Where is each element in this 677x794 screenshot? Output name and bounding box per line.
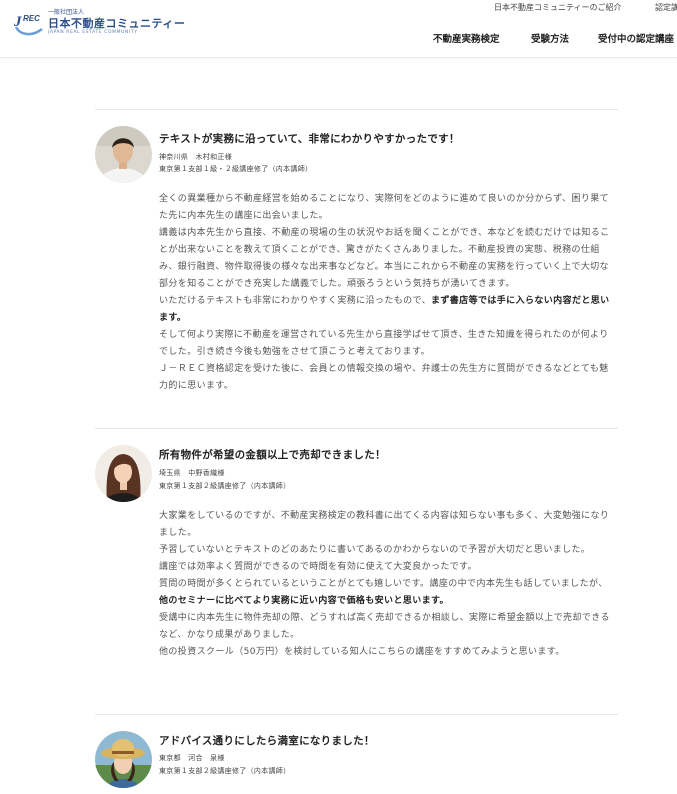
util-link-certified[interactable]: 認定講	[655, 2, 677, 14]
testimonial-title: アドバイス通りにしたら満室になりました！	[159, 735, 375, 747]
testimonial-paragraph: 質問の時間が多くとられているということがとても嬉しいです。講座の中で内本先生も話…	[159, 579, 608, 606]
testimonial-paragraph: 予習していないとテキストのどのあたりに書いてあるのかわからないので予習が大切だと…	[159, 545, 591, 555]
testimonial-paragraph: 講座では効率よく質問ができるので時間を有効に使えて大変良かったです。	[159, 562, 478, 572]
testimonial-course: 東京第１支部２級講座修了（内本講師）	[159, 482, 291, 490]
testimonial-author: 東京都 河合 泉様	[159, 754, 225, 762]
avatar	[95, 445, 152, 502]
testimonial-paragraph: 受講中に内本先生に物件売却の際、どうすれば高く売却できるか相談し、実際に希望金額…	[159, 613, 610, 640]
nav-practical-exam[interactable]: 不動産実務検定	[433, 31, 500, 45]
testimonial-course: 東京第１支部１級・２級講座修了（内本講師）	[159, 165, 313, 173]
nav-open-courses[interactable]: 受付中の認定講座	[598, 31, 674, 45]
testimonial-paragraph: 大家業をしているのですが、不動産実務検定の教科書に出てくる内容は知らない事も多く…	[159, 511, 610, 538]
testimonial-paragraph: Ｊ－ＲＥＣ資格認定を受けた後に、会員との情報交換の場や、弁護士の先生方に質問がで…	[159, 364, 609, 391]
logo-english: JAPAN REAL ESTATE COMMUNITY	[48, 30, 138, 35]
avatar	[95, 126, 152, 183]
logo-name: 日本不動産コミュニティー	[48, 17, 186, 30]
testimonial-paragraph: いただけるテキストも非常にわかりやすく実務に沿ったもので、まず書店等では手に入ら…	[159, 296, 610, 323]
avatar	[95, 731, 152, 788]
section-divider	[95, 714, 618, 715]
testimonial-author: 埼玉県 中野香織様	[159, 469, 225, 477]
testimonial-paragraph: 他の投資スクール（50万円）を検討している知人にこちらの講座をすすめてみようと思…	[159, 647, 565, 657]
section-divider	[95, 109, 618, 110]
site-header: J REC 一般社団法人 日本不動産コミュニティー JAPAN REAL EST…	[0, 0, 677, 58]
testimonial-paragraph: そして何より実際に不動産を運営されている先生から直接学ばせて頂き、生きた知識を得…	[159, 330, 609, 357]
testimonial-paragraph: 全くの異業種から不動産経営を始めることになり、実際何をどのように進めて良いのか分…	[159, 194, 610, 221]
emphasis-text: 他のセミナーに比べてより実務に近い内容で価格も安いと思います。	[159, 596, 449, 606]
testimonial-title: テキストが実務に沿っていて、非常にわかりやすかったです！	[159, 133, 460, 145]
svg-text:J: J	[13, 14, 22, 30]
testimonial-paragraph: 講義は内本先生から直接、不動産の現場の生の状況やお話を聞くことができ、本などを読…	[159, 228, 610, 289]
nav-exam-method[interactable]: 受験方法	[531, 31, 569, 45]
jrec-logo-icon: J REC	[13, 14, 43, 36]
util-link-about[interactable]: 日本不動産コミュニティーのご紹介	[494, 2, 677, 14]
svg-text:REC: REC	[23, 14, 40, 23]
section-divider	[95, 428, 618, 429]
site-logo[interactable]: J REC 一般社団法人 日本不動産コミュニティー JAPAN REAL EST…	[12, 7, 185, 39]
testimonial-course: 東京第１支部２級講座修了（内本講師）	[159, 767, 291, 775]
testimonial-body: 大家業をしているのですが、不動産実務検定の教科書に出てくる内容は知らない事も多く…	[159, 508, 615, 661]
testimonial-body: 全くの異業種から不動産経営を始めることになり、実際何をどのように進めて良いのか分…	[159, 191, 615, 395]
testimonial-title: 所有物件が希望の金額以上で売却できました！	[159, 449, 386, 461]
